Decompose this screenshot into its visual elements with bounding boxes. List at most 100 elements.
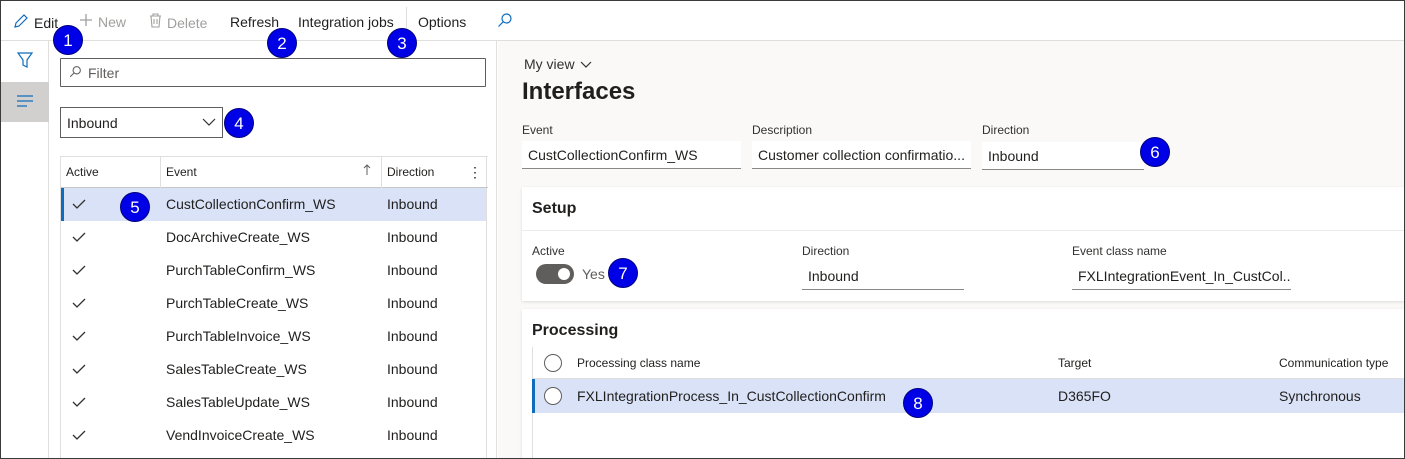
list-pane: Filter Inbound Active Event Direction ⋮ — [50, 41, 497, 458]
row-select-radio[interactable] — [544, 387, 562, 405]
more-options-icon[interactable]: ⋮ — [468, 157, 482, 188]
column-header-communication-type[interactable]: Communication type — [1279, 347, 1388, 379]
description-field-label: Description — [752, 123, 813, 137]
list-icon — [16, 94, 34, 111]
callout-marker: 1 — [53, 25, 83, 55]
search-button[interactable] — [497, 12, 513, 32]
options-tab[interactable]: Options — [418, 13, 466, 31]
active-label: Active — [532, 244, 565, 258]
checkmark-icon — [72, 362, 86, 378]
description-field[interactable]: Customer collection confirmatio... — [752, 141, 971, 169]
callout-marker: 2 — [267, 28, 297, 58]
event-field-label: Event — [522, 123, 553, 137]
checkmark-icon — [72, 197, 86, 213]
direction-cell: Inbound — [387, 427, 438, 443]
callout-marker: 3 — [387, 28, 417, 58]
active-toggle[interactable] — [536, 264, 574, 284]
pencil-icon — [13, 13, 29, 33]
setup-direction-label: Direction — [802, 244, 850, 258]
view-selector[interactable]: My view — [524, 56, 592, 72]
setup-section-title[interactable]: Setup — [532, 200, 576, 218]
column-header-event-label: Event — [166, 165, 197, 179]
callout-marker: 5 — [120, 192, 150, 222]
search-icon — [497, 12, 513, 32]
list-item[interactable]: SalesTableUpdate_WS Inbound — [61, 386, 486, 419]
nav-rail — [1, 41, 49, 458]
search-icon — [69, 65, 82, 81]
column-header-event[interactable]: Event — [161, 157, 382, 188]
direction-cell: Inbound — [387, 328, 438, 344]
grid-header: Active Event Direction ⋮ — [61, 156, 488, 188]
communication-type-cell: Synchronous — [1279, 388, 1361, 404]
direction-cell: Inbound — [387, 394, 438, 410]
column-header-target[interactable]: Target — [1058, 347, 1091, 379]
action-pane: Edit New Delete Refresh Integration jobs… — [1, 1, 1404, 41]
processing-section-title[interactable]: Processing — [532, 322, 618, 340]
event-class-field[interactable]: FXLIntegrationEvent_In_CustCol... — [1072, 262, 1291, 290]
event-cell: VendInvoiceCreate_WS — [166, 427, 315, 443]
checkmark-icon — [72, 395, 86, 411]
processing-class-cell: FXLIntegrationProcess_In_CustCollectionC… — [577, 388, 886, 404]
integration-jobs-label: Integration jobs — [298, 14, 394, 30]
direction-cell: Inbound — [387, 361, 438, 377]
callout-marker: 6 — [1140, 137, 1170, 167]
list-item[interactable]: PurchTableConfirm_WS Inbound — [61, 254, 486, 287]
direction-dropdown[interactable]: Inbound — [60, 107, 223, 138]
trash-icon — [149, 13, 162, 32]
column-header-direction-label: Direction — [387, 165, 435, 179]
list-item[interactable]: PurchTableInvoice_WS Inbound — [61, 320, 486, 353]
funnel-icon — [16, 51, 34, 72]
integration-jobs-button[interactable]: Integration jobs — [298, 13, 394, 31]
checkmark-icon — [72, 296, 86, 312]
list-item[interactable]: PurchTableCreate_WS Inbound — [61, 287, 486, 320]
filter-input[interactable]: Filter — [60, 58, 486, 87]
edit-button[interactable]: Edit — [13, 13, 58, 33]
view-selector-label: My view — [524, 56, 575, 72]
checkmark-icon — [72, 428, 86, 444]
list-item[interactable]: VendInvoiceCreate_WS Inbound — [61, 419, 486, 452]
chevron-down-icon — [202, 115, 216, 132]
checkmark-icon — [72, 230, 86, 246]
column-header-direction[interactable]: Direction ⋮ — [382, 157, 488, 188]
event-cell: SalesTableCreate_WS — [166, 361, 307, 377]
direction-cell: Inbound — [387, 295, 438, 311]
checkmark-icon — [72, 329, 86, 345]
list-view-button[interactable] — [1, 82, 49, 122]
setup-section: Setup Active Yes Direction Inbound Event… — [522, 187, 1404, 301]
direction-cell: Inbound — [387, 262, 438, 278]
refresh-button[interactable]: Refresh — [230, 13, 279, 31]
processing-section: Processing Processing class name Target … — [522, 309, 1404, 458]
processing-row[interactable]: FXLIntegrationProcess_In_CustCollectionC… — [532, 379, 1404, 413]
select-all-radio[interactable] — [544, 354, 562, 372]
edit-label: Edit — [34, 15, 59, 31]
processing-grid-header: Processing class name Target Communicati… — [532, 347, 1404, 379]
callout-marker: 8 — [903, 388, 933, 418]
direction-dropdown-value: Inbound — [67, 114, 118, 131]
direction-cell: Inbound — [387, 229, 438, 245]
section-divider — [522, 230, 1404, 231]
direction-field[interactable]: Inbound — [982, 142, 1144, 170]
list-item[interactable]: DocArchiveCreate_WS Inbound — [61, 221, 486, 254]
delete-label: Delete — [167, 14, 208, 31]
setup-direction-field[interactable]: Inbound — [802, 262, 964, 290]
column-header-active[interactable]: Active — [61, 157, 161, 188]
refresh-label: Refresh — [230, 14, 280, 30]
delete-button[interactable]: Delete — [149, 13, 207, 32]
chevron-down-icon — [580, 56, 592, 72]
callout-marker: 7 — [608, 258, 638, 288]
direction-cell: Inbound — [387, 196, 438, 212]
new-button[interactable]: New — [79, 13, 126, 31]
filter-placeholder: Filter — [88, 64, 120, 81]
page-title: Interfaces — [522, 78, 636, 105]
plus-icon — [79, 13, 93, 31]
callout-marker: 4 — [224, 108, 254, 138]
detail-pane: My view Interfaces Event CustCollectionC… — [498, 41, 1404, 458]
event-cell: PurchTableCreate_WS — [166, 295, 309, 311]
event-cell: SalesTableUpdate_WS — [166, 394, 310, 410]
filter-pane-button[interactable] — [1, 41, 49, 81]
options-label: Options — [418, 14, 467, 30]
column-header-class-name[interactable]: Processing class name — [577, 347, 700, 379]
list-item[interactable]: SalesTableCreate_WS Inbound — [61, 353, 486, 386]
target-cell: D365FO — [1058, 388, 1111, 404]
event-field[interactable]: CustCollectionConfirm_WS — [522, 141, 741, 169]
